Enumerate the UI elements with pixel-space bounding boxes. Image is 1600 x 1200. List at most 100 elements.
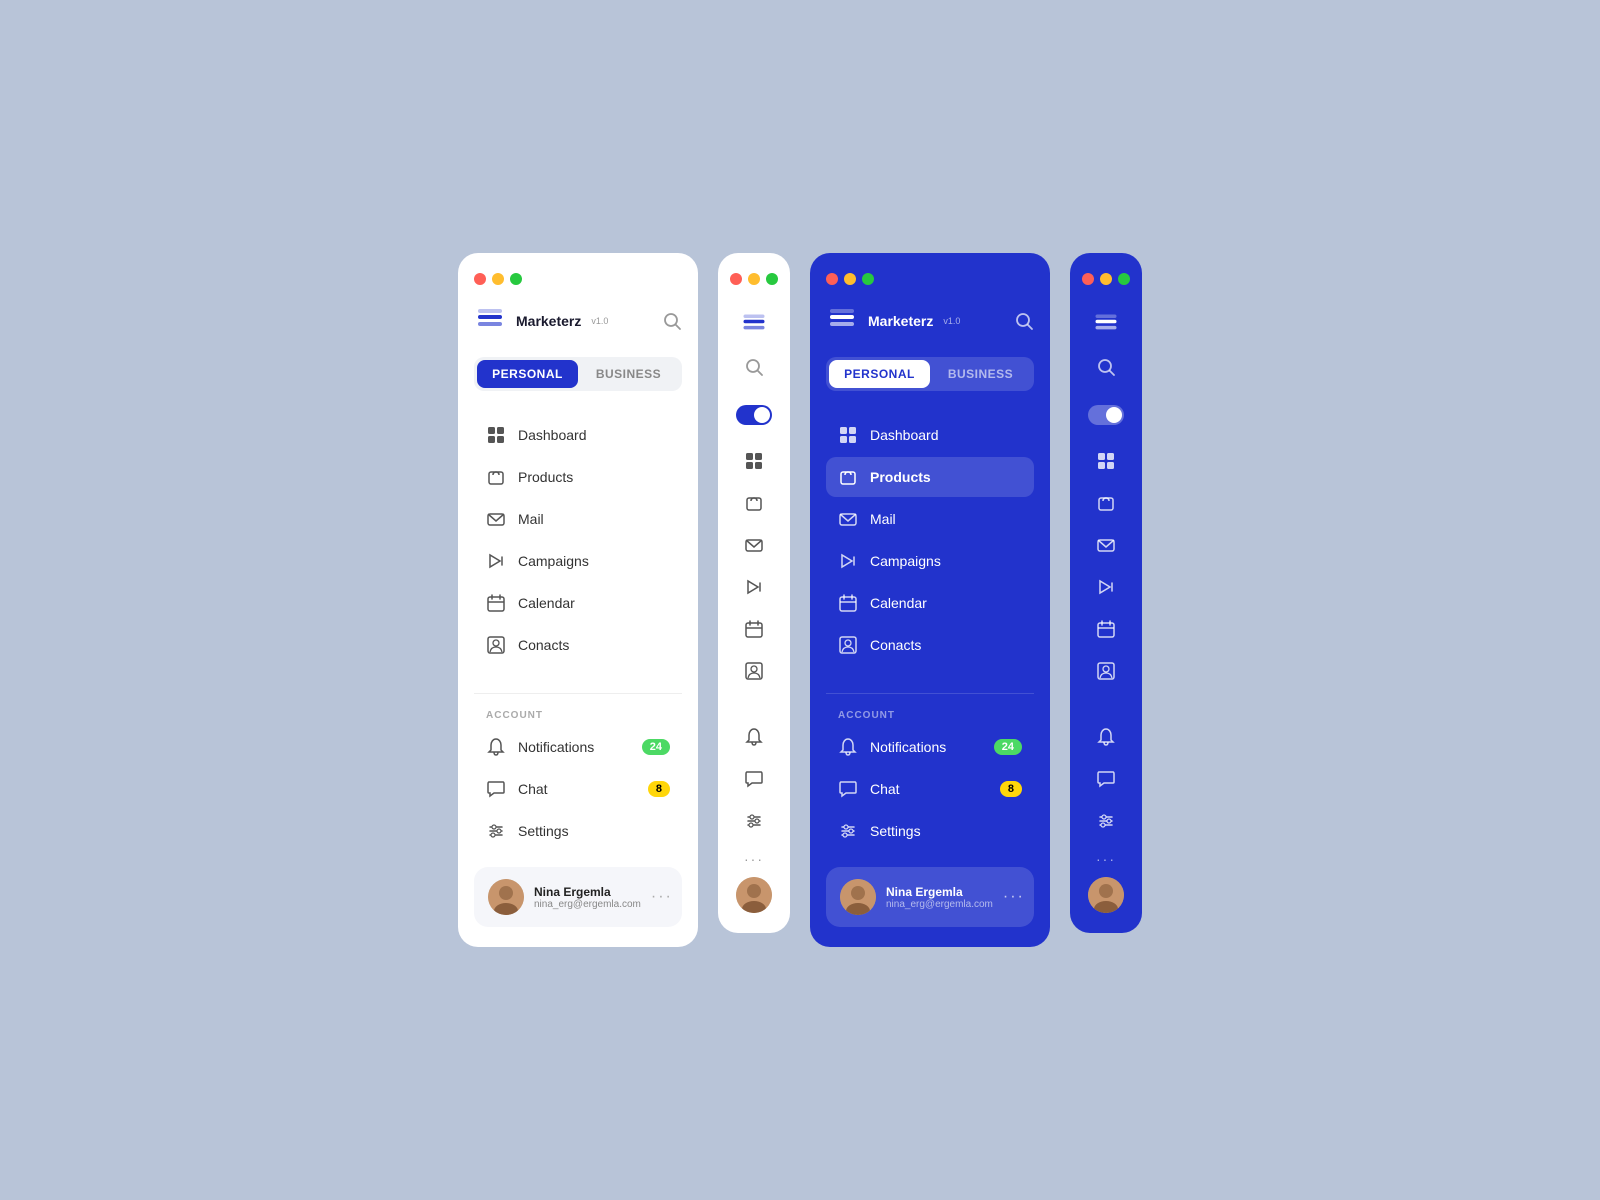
more-menu-1[interactable]: ··· — [651, 888, 673, 906]
nav-dashboard-label-1: Dashboard — [518, 427, 587, 443]
nav-settings-label-1: Settings — [518, 823, 569, 839]
badge-chat-1: 8 — [648, 781, 670, 797]
main-nav-3: Dashboard Products Mail — [826, 415, 1034, 665]
col-campaigns-2[interactable] — [734, 567, 774, 607]
avatar-3 — [840, 879, 876, 915]
account-nav-3: Notifications 24 Chat 8 — [826, 727, 1034, 851]
tab-business-1[interactable]: BUSINESS — [578, 360, 679, 388]
toggle-4[interactable] — [1088, 405, 1124, 425]
nav-contacts-3[interactable]: Conacts — [826, 625, 1034, 665]
nav-calendar-1[interactable]: Calendar — [474, 583, 682, 623]
sidebar-light-full: Marketerz v1.0 PERSONAL BUSINESS Dashboa… — [458, 253, 698, 947]
col-campaigns-4[interactable] — [1086, 567, 1126, 607]
logo-row-3: Marketerz v1.0 — [826, 305, 1034, 337]
traffic-lights-3 — [826, 273, 1034, 285]
bell-icon-1 — [486, 737, 506, 757]
badge-notifications-1: 24 — [642, 739, 670, 755]
logo-icon-1 — [474, 305, 506, 337]
col-search-4[interactable] — [1086, 347, 1126, 387]
nav-dashboard-1[interactable]: Dashboard — [474, 415, 682, 455]
nav-mail-3[interactable]: Mail — [826, 499, 1034, 539]
contacts-icon-4 — [1096, 661, 1116, 681]
col-settings-4[interactable] — [1086, 801, 1126, 841]
user-card-3[interactable]: Nina Ergemla nina_erg@ergemla.com ··· — [826, 867, 1034, 927]
col-more-dots-4[interactable]: ··· — [1096, 851, 1116, 867]
calendar-icon-1 — [486, 593, 506, 613]
nav-products-3[interactable]: Products — [826, 457, 1034, 497]
col-settings-2[interactable] — [734, 801, 774, 841]
campaigns-icon-1 — [486, 551, 506, 571]
col-dashboard-2[interactable] — [734, 441, 774, 481]
avatar-2[interactable] — [736, 877, 772, 913]
nav-campaigns-1[interactable]: Campaigns — [474, 541, 682, 581]
nav-contacts-1[interactable]: Conacts — [474, 625, 682, 665]
logo-icon-3 — [826, 305, 858, 337]
nav-calendar-3[interactable]: Calendar — [826, 583, 1034, 623]
tab-switcher-1: PERSONAL BUSINESS — [474, 357, 682, 391]
col-products-2[interactable] — [734, 483, 774, 523]
dot-green — [510, 273, 522, 285]
col-toggle-2[interactable] — [734, 395, 774, 435]
col-mail-2[interactable] — [734, 525, 774, 565]
nav-calendar-label-1: Calendar — [518, 595, 575, 611]
col-more-dots-2[interactable]: ··· — [744, 851, 764, 867]
avatar-4[interactable] — [1088, 877, 1124, 913]
col-calendar-2[interactable] — [734, 609, 774, 649]
tab-personal-1[interactable]: PERSONAL — [477, 360, 578, 388]
col-toggle-4[interactable] — [1086, 395, 1126, 435]
calendar-icon-2 — [744, 619, 764, 639]
col-contacts-2[interactable] — [734, 651, 774, 691]
nav-notifications-1[interactable]: Notifications 24 — [474, 727, 682, 767]
col-mail-4[interactable] — [1086, 525, 1126, 565]
dot-yellow-3 — [844, 273, 856, 285]
col-bell-2[interactable] — [734, 717, 774, 757]
user-info-3: Nina Ergemla nina_erg@ergemla.com — [886, 885, 993, 910]
tab-personal-3[interactable]: PERSONAL — [829, 360, 930, 388]
toggle-2[interactable] — [736, 405, 772, 425]
search-icon-2 — [744, 357, 764, 377]
nav-products-1[interactable]: Products — [474, 457, 682, 497]
logo-row-1: Marketerz v1.0 — [474, 305, 682, 337]
search-icon-header-1[interactable] — [662, 311, 682, 331]
col-bell-4[interactable] — [1086, 717, 1126, 757]
col-chat-2[interactable] — [734, 759, 774, 799]
toggle-knob-4 — [1106, 407, 1122, 423]
col-search-2[interactable] — [734, 347, 774, 387]
mail-icon-4 — [1096, 535, 1116, 555]
col-logo-4 — [1086, 305, 1126, 345]
nav-campaigns-label-3: Campaigns — [870, 553, 941, 569]
page-wrapper: Marketerz v1.0 PERSONAL BUSINESS Dashboa… — [418, 213, 1182, 987]
nav-settings-3[interactable]: Settings — [826, 811, 1034, 851]
mail-icon-1 — [486, 509, 506, 529]
search-icon-header-3[interactable] — [1014, 311, 1034, 331]
nav-dashboard-label-3: Dashboard — [870, 427, 939, 443]
dot-red — [474, 273, 486, 285]
nav-calendar-label-3: Calendar — [870, 595, 927, 611]
nav-mail-label-3: Mail — [870, 511, 896, 527]
col-calendar-4[interactable] — [1086, 609, 1126, 649]
nav-notifications-label-1: Notifications — [518, 739, 594, 755]
nav-campaigns-label-1: Campaigns — [518, 553, 589, 569]
tab-business-3[interactable]: BUSINESS — [930, 360, 1031, 388]
tab-switcher-3: PERSONAL BUSINESS — [826, 357, 1034, 391]
nav-products-label-3: Products — [870, 469, 931, 485]
account-header-1: ACCOUNT — [474, 710, 682, 721]
nav-campaigns-3[interactable]: Campaigns — [826, 541, 1034, 581]
mail-icon-3 — [838, 509, 858, 529]
col-chat-4[interactable] — [1086, 759, 1126, 799]
nav-chat-1[interactable]: Chat 8 — [474, 769, 682, 809]
col-products-4[interactable] — [1086, 483, 1126, 523]
dashboard-icon-4 — [1096, 451, 1116, 471]
user-card-1[interactable]: Nina Ergemla nina_erg@ergemla.com ··· — [474, 867, 682, 927]
nav-notifications-3[interactable]: Notifications 24 — [826, 727, 1034, 767]
more-menu-3[interactable]: ··· — [1003, 888, 1025, 906]
nav-dashboard-3[interactable]: Dashboard — [826, 415, 1034, 455]
sidebar-blue-full: Marketerz v1.0 PERSONAL BUSINESS Dashboa… — [810, 253, 1050, 947]
col-logo-2 — [734, 305, 774, 345]
col-contacts-4[interactable] — [1086, 651, 1126, 691]
nav-notifications-label-3: Notifications — [870, 739, 946, 755]
nav-mail-1[interactable]: Mail — [474, 499, 682, 539]
col-dashboard-4[interactable] — [1086, 441, 1126, 481]
nav-chat-3[interactable]: Chat 8 — [826, 769, 1034, 809]
nav-settings-1[interactable]: Settings — [474, 811, 682, 851]
